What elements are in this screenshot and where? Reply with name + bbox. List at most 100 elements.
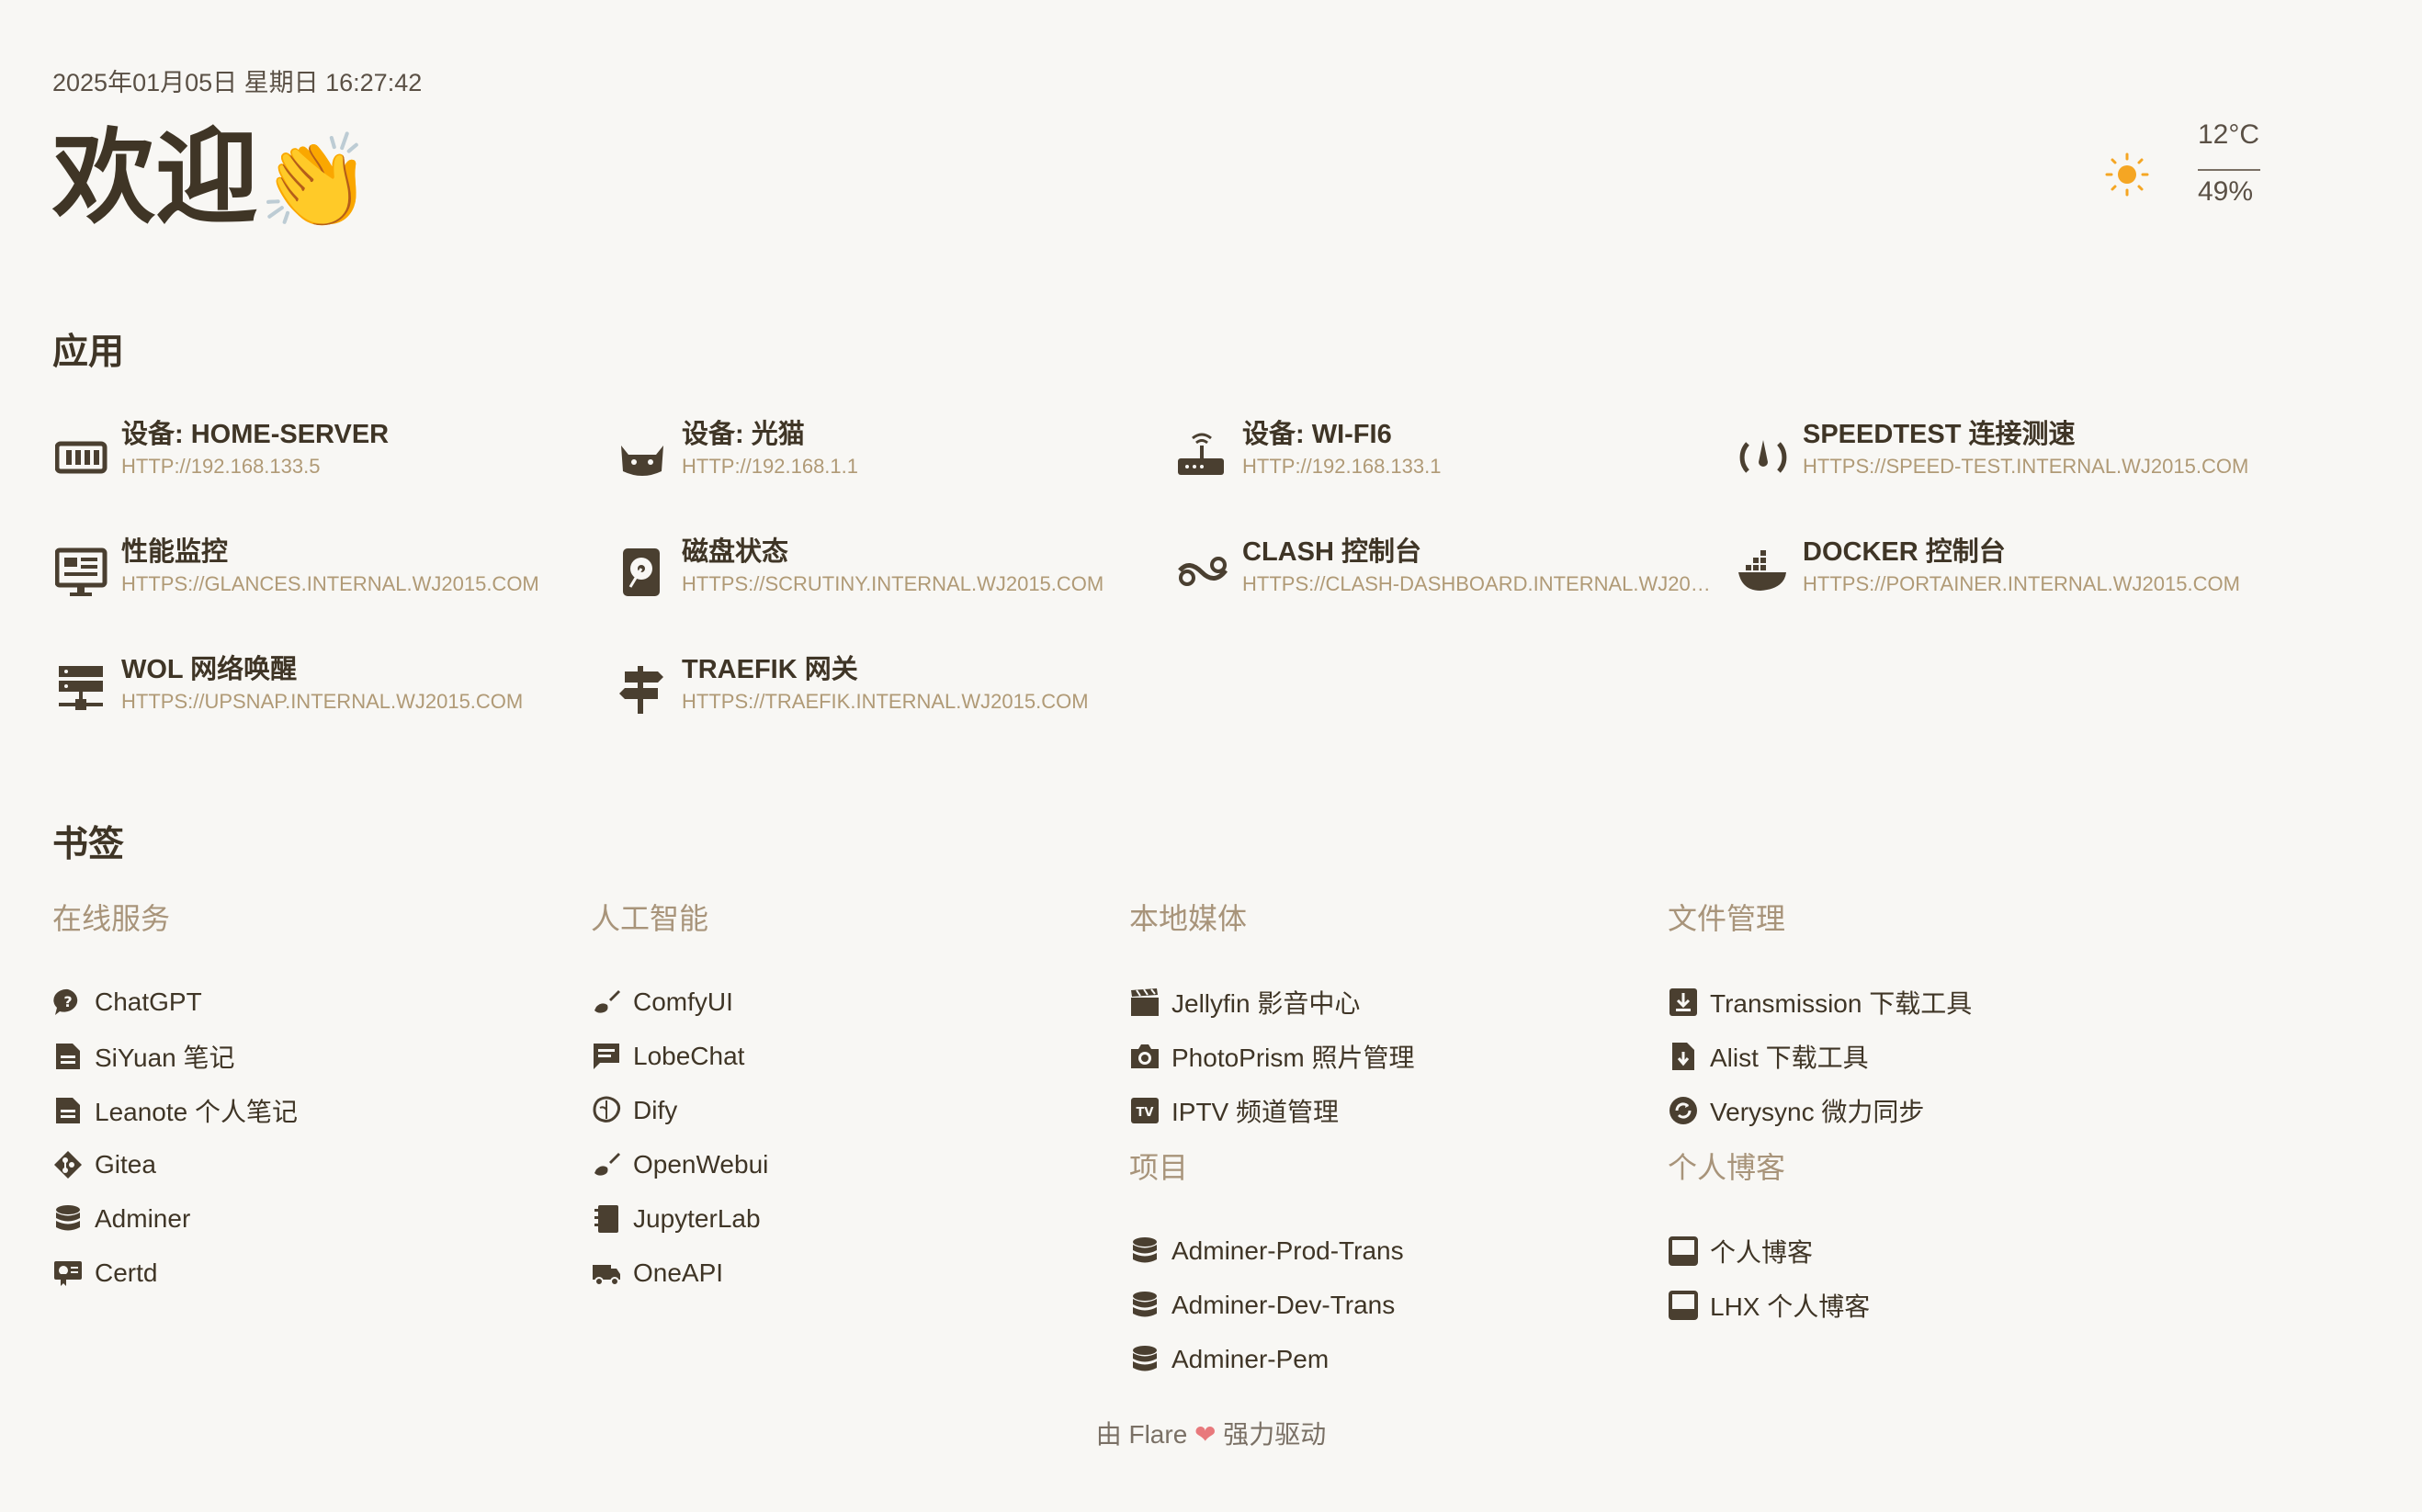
bookmark-transmission[interactable]: Transmission 下载工具: [1668, 975, 2182, 1029]
bookmark-photoprism[interactable]: PhotoPrism 照片管理: [1129, 1029, 1644, 1083]
bookmark-dify[interactable]: Dify: [591, 1083, 1105, 1137]
bookmark-label: SiYuan 笔记: [95, 1043, 235, 1072]
app-wol[interactable]: WOL 网络唤醒 HTTPS://UPSNAP.INTERNAL.WJ2015.C…: [55, 653, 606, 745]
bookmark-label: Verysync 微力同步: [1710, 1097, 1925, 1126]
app-name: CLASH 控制台: [1242, 537, 1421, 567]
bookmark-label: PhotoPrism 照片管理: [1171, 1043, 1415, 1072]
download-icon: [1669, 987, 1697, 1016]
bookmark-adminer[interactable]: Adminer: [52, 1191, 567, 1246]
app-name: 磁盘状态: [682, 537, 789, 567]
greeting-text: 欢迎: [52, 120, 258, 235]
app-name: WOL 网络唤醒: [121, 655, 298, 684]
bookmark-oneapi[interactable]: OneAPI: [591, 1246, 1105, 1300]
app-url: HTTPS://PORTAINER.INTERNAL.WJ2015.COM: [1803, 572, 2240, 596]
database-icon: [1133, 1345, 1157, 1371]
footer-suffix: 强力驱动: [1223, 1420, 1327, 1449]
bookmark-label: Adminer: [95, 1203, 191, 1233]
bookmark-column: 人工智能 ComfyUI LobeChat Dify OpenWebui Jup…: [591, 896, 1105, 1300]
bookmark-label: Alist 下载工具: [1710, 1043, 1869, 1072]
bookmark-jupyterlab[interactable]: JupyterLab: [591, 1191, 1105, 1246]
bookmark-verysync[interactable]: Verysync 微力同步: [1668, 1083, 2182, 1137]
heart-icon: ❤: [1194, 1420, 1217, 1449]
app-optical-modem[interactable]: 设备: 光猫 HTTP://192.168.1.1: [616, 418, 1167, 510]
app-url: HTTP://192.168.133.5: [121, 455, 321, 479]
blog-icon: [1669, 1236, 1698, 1266]
weather-widget: 12°C 49%: [2086, 119, 2269, 220]
bookmark-label: Jellyfin 影音中心: [1171, 988, 1361, 1018]
app-docker[interactable]: DOCKER 控制台 HTTPS://PORTAINER.INTERNAL.WJ2…: [1737, 536, 2288, 627]
brain-icon: [593, 1096, 621, 1123]
disk-icon: [623, 548, 660, 596]
clapperboard-icon: [1131, 987, 1159, 1016]
bookmark-label: LHX 个人博客: [1710, 1292, 1871, 1321]
bookmark-jellyfin[interactable]: Jellyfin 影音中心: [1129, 975, 1644, 1029]
bookmarks-section-title: 书签: [52, 825, 125, 864]
bookmark-iptv[interactable]: TV IPTV 频道管理: [1129, 1083, 1644, 1137]
humidity: 49%: [2198, 176, 2254, 207]
bookmark-label: Adminer-Pem: [1171, 1344, 1330, 1373]
app-traefik[interactable]: TRAEFIK 网关 HTTPS://TRAEFIK.INTERNAL.WJ201…: [616, 653, 1167, 745]
bookmark-lobechat[interactable]: LobeChat: [591, 1029, 1105, 1083]
bookmark-label: Dify: [633, 1095, 678, 1124]
app-url: HTTPS://SCRUTINY.INTERNAL.WJ2015.COM: [682, 572, 1104, 596]
bookmark-alist[interactable]: Alist 下载工具: [1668, 1029, 2182, 1083]
docker-icon: [1738, 550, 1786, 591]
app-clash[interactable]: CLASH 控制台 HTTPS://CLASH-DASHBOARD.INTERNA…: [1176, 536, 1727, 627]
bookmark-openwebui[interactable]: OpenWebui: [591, 1137, 1105, 1191]
apps-grid: 设备: HOME-SERVER HTTP://192.168.133.5 设备: …: [55, 418, 2352, 749]
document-icon: [56, 1097, 80, 1123]
bookmark-certd[interactable]: Certd: [52, 1246, 567, 1300]
weather-divider: [2198, 169, 2260, 171]
datetime: 2025年01月05日 星期日 16:27:42: [52, 69, 423, 96]
bookmark-label: Gitea: [95, 1149, 156, 1179]
bookmark-group-title: 本地媒体: [1129, 902, 1248, 935]
database-icon: [1133, 1291, 1157, 1316]
app-wifi6[interactable]: 设备: WI-FI6 HTTP://192.168.133.1: [1176, 418, 1727, 510]
app-name: 设备: HOME-SERVER: [121, 420, 390, 449]
app-scrutiny[interactable]: 磁盘状态 HTTPS://SCRUTINY.INTERNAL.WJ2015.COM: [616, 536, 1167, 627]
bookmark-label: JupyterLab: [633, 1203, 761, 1233]
bookmark-label: Certd: [95, 1258, 158, 1287]
bookmark-group-title: 人工智能: [591, 902, 709, 935]
app-name: 性能监控: [121, 537, 229, 567]
bookmark-adminer-prod-trans[interactable]: Adminer-Prod-Trans: [1129, 1224, 1644, 1278]
bookmark-label: Adminer-Prod-Trans: [1171, 1236, 1404, 1265]
bookmark-group-title: 项目: [1129, 1151, 1189, 1184]
bookmark-column: 在线服务 ? ChatGPT SiYuan 笔记 Leanote 个人笔记 Gi…: [52, 896, 567, 1300]
certificate-icon: [54, 1260, 82, 1286]
blog-icon: [1669, 1290, 1698, 1320]
bookmark-lhx-blog[interactable]: LHX 个人博客: [1668, 1278, 2182, 1332]
bookmark-label: LobeChat: [633, 1041, 745, 1070]
monitor-icon: [55, 547, 108, 596]
app-name: 设备: WI-FI6: [1242, 420, 1392, 449]
git-icon: [54, 1150, 82, 1179]
document-icon: [56, 1043, 80, 1069]
bookmark-label: Leanote 个人笔记: [95, 1097, 298, 1126]
router-icon: [1178, 433, 1224, 475]
app-url: HTTPS://SPEED-TEST.INTERNAL.WJ2015.COM: [1803, 455, 2249, 479]
app-name: TRAEFIK 网关: [682, 655, 858, 684]
sync-icon: [1669, 1096, 1697, 1124]
bookmark-chatgpt[interactable]: ? ChatGPT: [52, 975, 567, 1029]
network-server-icon: [59, 666, 103, 710]
bookmark-adminer-dev-trans[interactable]: Adminer-Dev-Trans: [1129, 1278, 1644, 1332]
bookmark-personal-blog[interactable]: 个人博客: [1668, 1224, 2182, 1278]
app-glances[interactable]: 性能监控 HTTPS://GLANCES.INTERNAL.WJ2015.COM: [55, 536, 606, 627]
bookmark-comfyui[interactable]: ComfyUI: [591, 975, 1105, 1029]
bookmark-gitea[interactable]: Gitea: [52, 1137, 567, 1191]
notebook-icon: [594, 1204, 618, 1233]
bookmark-label: Transmission 下载工具: [1710, 988, 1973, 1018]
app-name: SPEEDTEST 连接测速: [1803, 420, 2076, 449]
tv-icon: TV: [1131, 1097, 1159, 1123]
bookmark-column: 本地媒体 Jellyfin 影音中心 PhotoPrism 照片管理 TV IP…: [1129, 896, 1644, 1386]
cat-icon: [621, 446, 663, 476]
bookmark-label: ChatGPT: [95, 987, 202, 1016]
bookmark-adminer-pem[interactable]: Adminer-Pem: [1129, 1332, 1644, 1386]
bookmark-leanote[interactable]: Leanote 个人笔记: [52, 1083, 567, 1137]
camera-icon: [1131, 1044, 1159, 1068]
message-icon: [594, 1043, 619, 1069]
app-speedtest[interactable]: SPEEDTEST 连接测速 HTTPS://SPEED-TEST.INTERNA…: [1737, 418, 2288, 510]
app-home-server[interactable]: 设备: HOME-SERVER HTTP://192.168.133.5: [55, 418, 606, 510]
bookmark-siyuan[interactable]: SiYuan 笔记: [52, 1029, 567, 1083]
app-name: 设备: 光猫: [682, 420, 805, 449]
